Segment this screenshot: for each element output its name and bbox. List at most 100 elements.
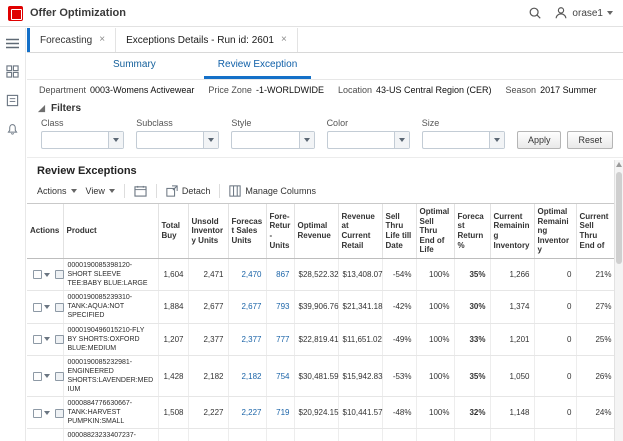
scroll-up-arrow[interactable]: [616, 162, 622, 167]
cell-optimal_sell_thru_end_of_life: 100%: [416, 258, 455, 292]
column-header-optimal_remaining_inventory[interactable]: Optimal Remaining Inventory: [534, 204, 577, 259]
cell-forecast_return_units[interactable]: 754: [266, 355, 295, 398]
collapse-triangle-icon[interactable]: [37, 104, 46, 113]
calendar-icon[interactable]: [134, 185, 147, 197]
user-menu[interactable]: orase1: [554, 6, 613, 20]
filter-label: Size: [421, 118, 440, 128]
row-select-menu[interactable]: [33, 371, 50, 381]
view-menu-button[interactable]: View: [86, 186, 115, 196]
cell-forecast_return_units[interactable]: 719: [266, 396, 295, 430]
row-edit-icon[interactable]: [55, 302, 64, 312]
chevron-down-icon[interactable]: [108, 132, 124, 148]
cell-forecast_return_units[interactable]: 867: [266, 258, 295, 292]
manage-columns-button[interactable]: Manage Columns: [229, 185, 316, 197]
column-header-current_sell_thru_end_of_life[interactable]: Current Sell Thru End of: [576, 204, 617, 259]
cell-sell_thru_life_till_date: -48%: [382, 428, 417, 441]
cell-total_buy: 1,508: [158, 396, 189, 430]
cell-forecast_sales_units[interactable]: 2,377: [228, 323, 267, 356]
row-edit-icon[interactable]: [55, 334, 64, 344]
table-row[interactable]: 0000190085232981-ENGINEERED SHORTS:LAVEN…: [27, 355, 617, 398]
column-header-forecast_return_pct[interactable]: Forecast Return %: [454, 204, 491, 259]
style-dropdown[interactable]: [231, 131, 315, 149]
detach-button[interactable]: Detach: [166, 185, 210, 197]
detach-icon: [166, 185, 178, 197]
row-edit-icon[interactable]: [55, 408, 64, 418]
chevron-down-icon[interactable]: [393, 132, 409, 148]
filter-label: Color: [326, 118, 349, 128]
row-select-menu[interactable]: [33, 334, 50, 344]
column-header-optimal_revenue[interactable]: Optimal Revenue: [294, 204, 339, 259]
cell-revenue_at_current_retail: $31,673.89: [338, 428, 383, 441]
cell-optimal_sell_thru_end_of_life: 100%: [416, 355, 455, 398]
cell-forecast_sales_units[interactable]: 2,677: [228, 290, 267, 324]
column-header-revenue_at_current_retail[interactable]: Revenue at Current Retail: [338, 204, 383, 259]
chevron-down-icon[interactable]: [488, 132, 504, 148]
class-dropdown[interactable]: [41, 131, 125, 149]
context-label: Department: [39, 85, 87, 95]
cell-forecast_sales_units[interactable]: 2,179: [228, 428, 267, 441]
table-row[interactable]: 0000884776630667-TANK:HARVEST PUMPKIN:SM…: [27, 396, 617, 430]
tab-review-exception[interactable]: Review Exception: [203, 54, 312, 79]
cell-product: 0000190085239310-TANK:AQUA:NOT SPECIFIED: [63, 290, 159, 324]
cell-total_buy: 1,472: [158, 428, 189, 441]
row-edit-icon[interactable]: [55, 270, 64, 280]
subclass-dropdown[interactable]: [136, 131, 220, 149]
cell-revenue_at_current_retail: $11,651.02: [338, 323, 383, 356]
tab-summary[interactable]: Summary: [99, 54, 170, 79]
actions-label: Actions: [37, 186, 67, 196]
size-dropdown[interactable]: [421, 131, 505, 149]
row-select-menu[interactable]: [33, 270, 50, 280]
column-header-forecast_return_units[interactable]: Fore- Retur- Units: [266, 204, 295, 259]
dashboard-grid-icon[interactable]: [6, 65, 19, 78]
tab-forecasting[interactable]: Forecasting ×: [30, 28, 117, 52]
chevron-down-icon[interactable]: [298, 132, 314, 148]
cell-forecast_return_pct: 32%: [454, 428, 491, 441]
hamburger-menu-icon[interactable]: [6, 38, 19, 49]
close-icon[interactable]: ×: [99, 35, 105, 45]
table-row[interactable]: 00008823233407237-RACER CROP PANT:BLUE:S…: [27, 428, 617, 441]
close-icon[interactable]: ×: [281, 35, 287, 45]
cell-forecast_return_units[interactable]: 793: [266, 290, 295, 324]
column-header-product[interactable]: Product: [63, 204, 159, 259]
apply-button[interactable]: Apply: [516, 131, 562, 149]
row-select-menu[interactable]: [33, 302, 50, 312]
table-row[interactable]: 0000190496015210-FLY BY SHORTS:OXFORD BL…: [27, 323, 617, 356]
tab-exceptions-details[interactable]: Exceptions Details - Run id: 2601 ×: [116, 28, 298, 52]
tasks-icon[interactable]: [6, 94, 19, 107]
table-row[interactable]: 0000190085239310-TANK:AQUA:NOT SPECIFIED…: [27, 290, 617, 324]
chevron-down-icon[interactable]: [203, 132, 219, 148]
cell-forecast_return_units[interactable]: 708: [266, 428, 295, 441]
column-header-unsold_inventory_units[interactable]: Unsold Inventory Units: [188, 204, 229, 259]
toolbar-separator: [219, 184, 221, 198]
cell-sell_thru_life_till_date: -49%: [382, 323, 417, 356]
cell-forecast_sales_units[interactable]: 2,470: [228, 258, 267, 292]
row-actions-cell: [27, 396, 64, 430]
column-header-forecast_sales_units[interactable]: Forecast Sales Units: [228, 204, 267, 259]
scrollbar-thumb[interactable]: [616, 172, 622, 264]
column-header-sell_thru_life_till_date[interactable]: Sell Thru Life till Date: [382, 204, 417, 259]
actions-menu-button[interactable]: Actions: [37, 186, 77, 196]
checkbox-icon: [33, 302, 42, 312]
table-row[interactable]: 0000190085398120-SHORT SLEEVE TEE:BABY B…: [27, 258, 617, 292]
cell-current_remaining_inventory: 1,201: [490, 323, 535, 356]
cell-optimal_revenue: $28,522.32: [294, 258, 339, 292]
context-location: Location 43-US Central Region (CER): [338, 85, 492, 95]
cell-optimal_remaining_inventory: 0: [534, 290, 577, 324]
column-header-actions[interactable]: Actions: [27, 204, 64, 259]
notifications-bell-icon[interactable]: [6, 123, 19, 136]
search-icon[interactable]: [528, 6, 542, 20]
vertical-scrollbar[interactable]: [614, 160, 623, 441]
column-header-current_remaining_inventory[interactable]: Current Remaining Inventory: [490, 204, 535, 259]
top-header: Offer Optimization orase1: [0, 0, 623, 27]
cell-forecast_sales_units[interactable]: 2,227: [228, 396, 267, 430]
cell-forecast_sales_units[interactable]: 2,182: [228, 355, 267, 398]
filter-label: Class: [41, 118, 64, 128]
row-edit-icon[interactable]: [55, 371, 64, 381]
column-header-optimal_sell_thru_end_of_life[interactable]: Optimal Sell Thru End of Life: [416, 204, 455, 259]
row-select-menu[interactable]: [33, 408, 50, 418]
row-actions-cell: [27, 355, 64, 398]
column-header-total_buy[interactable]: Total Buy: [158, 204, 189, 259]
color-dropdown[interactable]: [326, 131, 410, 149]
reset-button[interactable]: Reset: [567, 131, 613, 149]
cell-forecast_return_units[interactable]: 777: [266, 323, 295, 356]
